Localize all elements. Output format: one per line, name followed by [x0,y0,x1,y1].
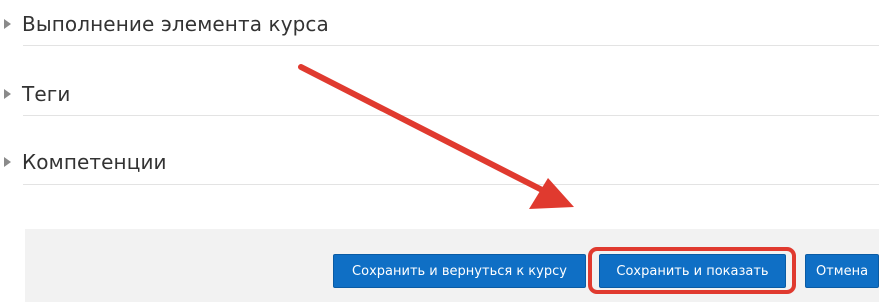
section-divider [23,115,879,116]
collapsed-caret-icon[interactable] [0,19,22,29]
cancel-button[interactable]: Отмена [805,254,879,288]
edit-activity-form: Выполнение элемента курса Теги Компетенц… [0,0,888,302]
section-tags[interactable]: Теги [0,78,879,110]
section-activity-completion-label[interactable]: Выполнение элемента курса [22,12,329,36]
collapsed-caret-icon[interactable] [0,89,22,99]
section-competencies[interactable]: Компетенции [0,146,879,178]
save-and-display-button[interactable]: Сохранить и показать [599,254,786,288]
section-tags-label[interactable]: Теги [22,82,70,106]
section-competencies-label[interactable]: Компетенции [22,150,167,174]
section-divider [23,184,879,185]
section-divider [23,45,879,46]
collapsed-caret-icon[interactable] [0,157,22,167]
section-activity-completion[interactable]: Выполнение элемента курса [0,8,879,40]
save-and-return-button[interactable]: Сохранить и вернуться к курсу [333,254,586,288]
